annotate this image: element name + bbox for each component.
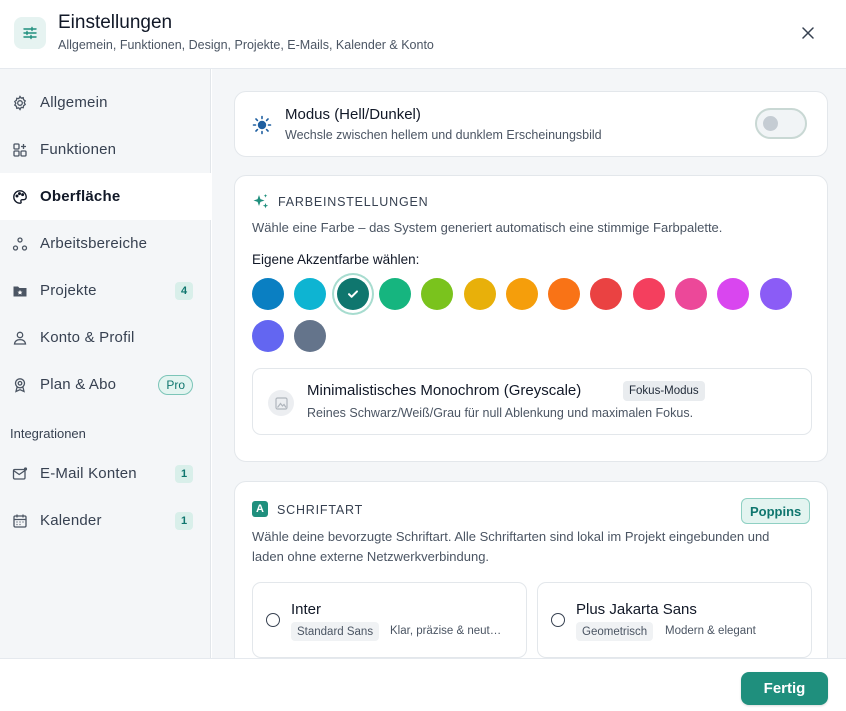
font-settings-card: A SCHRIFTART Poppins Wähle deine bevorzu…: [234, 481, 828, 658]
color-swatch[interactable]: [463, 278, 496, 310]
sidebar-item-label: Kalender: [40, 512, 102, 529]
font-icon: A: [252, 501, 268, 517]
settings-header: Einstellungen Allgemein, Funktionen, Des…: [0, 0, 846, 69]
done-button[interactable]: Fertig: [741, 672, 828, 705]
color-swatch[interactable]: [378, 278, 411, 310]
count-badge: 1: [175, 511, 193, 530]
mode-card: Modus (Hell/Dunkel) Wechsle zwischen hel…: [234, 91, 828, 157]
color-swatch[interactable]: [548, 278, 581, 310]
sidebar: Allgemein Funktionen Oberfläche Arbeitsb…: [0, 69, 211, 658]
color-settings-description: Wähle eine Farbe – das System generiert …: [252, 220, 723, 235]
font-radio[interactable]: [551, 613, 565, 627]
font-option-plus-jakarta-sans[interactable]: Plus Jakarta Sans Geometrisch Modern & e…: [537, 582, 812, 658]
user-icon: [11, 329, 28, 346]
page-subtitle: Allgemein, Funktionen, Design, Projekte,…: [58, 38, 434, 52]
color-swatch[interactable]: [717, 278, 750, 310]
color-swatch[interactable]: [421, 278, 454, 310]
mode-subtitle: Wechsle zwischen hellem und dunklem Ersc…: [285, 128, 602, 142]
color-swatch[interactable]: [505, 278, 538, 310]
color-settings-card: FARBEINSTELLUNGEN Wähle eine Farbe – das…: [234, 175, 828, 462]
font-name: Inter: [291, 601, 322, 618]
pro-badge: Pro: [158, 374, 193, 395]
close-button[interactable]: [796, 21, 820, 45]
accent-color-label: Eigene Akzentfarbe wählen:: [252, 252, 420, 267]
sidebar-item-label: Konto & Profil: [40, 329, 135, 346]
settings-content[interactable]: Modus (Hell/Dunkel) Wechsle zwischen hel…: [212, 69, 846, 658]
sidebar-item-label: Projekte: [40, 282, 97, 299]
sidebar-item-kalender[interactable]: Kalender 1: [0, 497, 211, 544]
color-swatch[interactable]: [675, 278, 707, 310]
color-swatch[interactable]: [590, 278, 623, 310]
font-option-inter[interactable]: Inter Standard Sans Klar, präzise & neut…: [252, 582, 527, 658]
palette-icon: [11, 188, 28, 205]
dark-mode-toggle[interactable]: [755, 108, 807, 139]
sidebar-item-label: E-Mail Konten: [40, 465, 137, 482]
dialog-footer: Fertig: [0, 658, 846, 711]
close-icon: [802, 27, 814, 39]
color-swatch[interactable]: [294, 320, 327, 352]
sidebar-item-label: Plan & Abo: [40, 376, 117, 393]
calendar-icon: [11, 512, 28, 529]
sliders-icon: [14, 17, 46, 49]
count-badge: 1: [175, 464, 193, 483]
font-category-tag: Geometrisch: [576, 622, 654, 641]
sidebar-item-funktionen[interactable]: Funktionen: [0, 126, 211, 173]
nodes-icon: [11, 235, 28, 252]
section-label-integrations: Integrationen: [10, 426, 86, 441]
check-icon: [347, 290, 358, 298]
page-title: Einstellungen: [58, 12, 173, 33]
color-swatch[interactable]: [294, 278, 327, 310]
sidebar-item-label: Oberfläche: [40, 188, 121, 205]
sidebar-item-plan-abo[interactable]: Plan & Abo Pro: [0, 361, 211, 408]
mode-title: Modus (Hell/Dunkel): [285, 106, 421, 123]
font-settings-description: Wähle deine bevorzugte Schriftart. Alle …: [252, 529, 770, 564]
monochrome-subtitle: Reines Schwarz/Weiß/Grau für null Ablenk…: [307, 406, 694, 420]
color-swatch[interactable]: [252, 278, 284, 310]
folder-star-icon: [11, 282, 28, 299]
sidebar-item-label: Arbeitsbereiche: [40, 235, 148, 252]
font-description: Modern & elegant: [665, 625, 756, 637]
image-icon: [268, 390, 294, 416]
count-badge: 4: [175, 281, 193, 300]
font-name: Plus Jakarta Sans: [576, 601, 697, 618]
sidebar-item-allgemein[interactable]: Allgemein: [0, 79, 211, 126]
color-swatch[interactable]: [336, 278, 369, 310]
mail-icon: [11, 465, 28, 482]
font-radio[interactable]: [266, 613, 280, 627]
sparkles-icon: [253, 194, 269, 209]
color-swatch[interactable]: [759, 278, 792, 310]
gear-icon: [11, 94, 28, 111]
font-settings-heading: SCHRIFTART: [277, 503, 364, 517]
monochrome-title: Minimalistisches Monochrom (Greyscale): [307, 382, 582, 399]
sidebar-item-label: Allgemein: [40, 94, 108, 111]
focus-mode-tag: Fokus-Modus: [623, 381, 705, 401]
monochrome-option[interactable]: Minimalistisches Monochrom (Greyscale) F…: [252, 368, 812, 435]
color-swatch[interactable]: [632, 278, 665, 310]
font-description: Klar, präzise & neut…: [390, 625, 502, 637]
grid-icon: [11, 141, 28, 158]
sidebar-item-oberflaeche[interactable]: Oberfläche: [0, 173, 211, 220]
sidebar-item-arbeitsbereiche[interactable]: Arbeitsbereiche: [0, 220, 211, 267]
color-swatch[interactable]: [252, 320, 284, 352]
sidebar-item-konto-profil[interactable]: Konto & Profil: [0, 314, 211, 361]
sun-icon: [252, 115, 272, 135]
award-icon: [11, 376, 28, 393]
font-category-tag: Standard Sans: [291, 622, 380, 641]
color-settings-heading: FARBEINSTELLUNGEN: [278, 195, 429, 209]
sidebar-item-label: Funktionen: [40, 141, 117, 158]
sidebar-item-projekte[interactable]: Projekte 4: [0, 267, 211, 314]
current-font-badge: Poppins: [741, 498, 811, 524]
toggle-knob: [763, 116, 778, 131]
sidebar-item-email-konten[interactable]: E-Mail Konten 1: [0, 450, 211, 497]
